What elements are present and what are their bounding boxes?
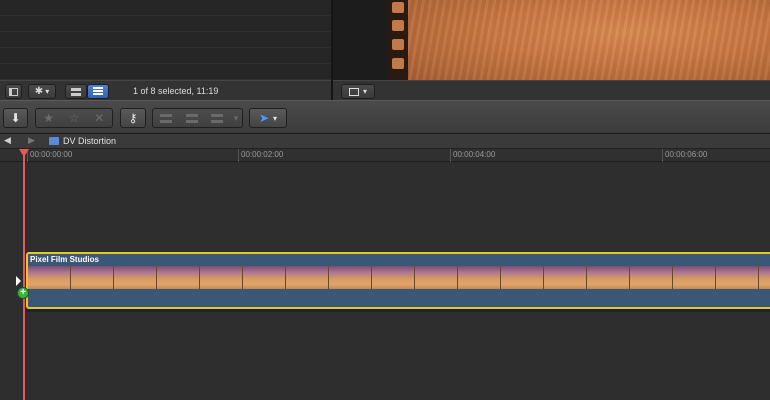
filmstrip-frame [243,266,286,289]
project-icon [49,137,59,145]
reject-icon[interactable]: ✕ [87,111,112,125]
key-icon: ⚷ [128,111,138,125]
list-view-button[interactable] [87,84,109,99]
edit-mode-group: ▾ [152,108,243,128]
list-view-icon [93,87,103,96]
ruler-label: 00:00:02:00 [241,150,284,159]
chevron-down-icon: ▾ [362,87,367,96]
pointer-arrow-icon: ➤ [258,111,270,125]
chevron-down-icon: ▾ [273,113,278,123]
timecode-ruler[interactable]: 00:00:00:00 00:00:02:00 00:00:04:00 00:0… [0,149,770,162]
forward-arrow-icon[interactable]: ▶ [28,135,35,146]
add-badge-icon: + [17,287,29,299]
viewer [333,0,770,80]
connect-clip-icon[interactable] [153,113,179,123]
tool-select-button[interactable]: ➤ ▾ [249,108,287,128]
project-name: DV Distortion [63,136,117,146]
filmstrip-frame [759,266,770,289]
film-sprockets [388,0,408,80]
filmstrip-frame [71,266,114,289]
ruler-tick [238,149,239,162]
transform-menu-button[interactable]: ▾ [341,84,375,99]
download-icon: ⬇ [10,111,21,125]
clip-title: Pixel Film Studios [30,255,99,264]
ruler-label: 00:00:00:00 [30,150,73,159]
chevron-down-icon[interactable]: ▾ [230,113,242,124]
filmstrip-frame [630,266,673,289]
filmstrip-frame [458,266,501,289]
filmstrip-frame [329,266,372,289]
insert-clip-icon[interactable] [179,113,205,123]
filmstrip-frame [372,266,415,289]
playhead[interactable] [23,149,25,400]
filmstrip-frame [415,266,458,289]
mouse-cursor-icon [16,276,21,286]
ruler-tick [662,149,663,162]
browser-list [0,0,331,80]
filmstrip-frame [673,266,716,289]
back-arrow-icon[interactable]: ◀ [4,135,11,146]
filmstrip-view-button[interactable] [65,84,87,99]
ruler-label: 00:00:04:00 [453,150,496,159]
selection-status: 1 of 8 selected, 11:19 [133,86,219,96]
timeline-clip[interactable]: Pixel Film Studios [26,252,770,309]
filmstrip-frame [114,266,157,289]
filmstrip-frame [200,266,243,289]
show-library-button[interactable] [5,84,22,99]
final-cut-window: ✱ ▾ 1 of 8 selected, 11:19 ▾ ⬇ ★ ☆ ✕ ⚷ ▾… [0,0,770,400]
clip-filmstrip [28,266,770,289]
clip-audio-edge [26,309,770,312]
filmstrip-frame [157,266,200,289]
ruler-label: 00:00:06:00 [665,150,708,159]
keyword-editor-button[interactable]: ⚷ [120,108,146,128]
filmstrip-frame [716,266,759,289]
browser-bottom-bar: ✱ ▾ 1 of 8 selected, 11:19 [0,80,331,100]
main-toolbar: ⬇ ★ ☆ ✕ ⚷ ▾ ➤ ▾ [0,100,770,134]
filmstrip-frame [28,266,71,289]
crop-icon [348,87,359,96]
append-clip-icon[interactable] [204,113,230,123]
filmstrip-view-icon [71,87,81,96]
filmstrip-frame [587,266,630,289]
timeline-header: ◀ ▶ DV Distortion [0,134,770,149]
import-button[interactable]: ⬇ [3,108,28,128]
gear-icon: ✱ [34,86,44,97]
action-menu-button[interactable]: ✱ ▾ [28,84,56,99]
ruler-tick [450,149,451,162]
rating-group: ★ ☆ ✕ [35,108,113,128]
filmstrip-frame [501,266,544,289]
viewer-bottom-bar: ▾ [333,80,770,100]
sidebar-icon [9,87,18,96]
filmstrip-frame [286,266,329,289]
chevron-down-icon: ▾ [45,87,50,96]
favorite-star-icon[interactable]: ★ [36,111,61,125]
filmstrip-frame [544,266,587,289]
viewer-image [408,0,770,80]
event-browser [0,0,331,80]
unrate-star-icon[interactable]: ☆ [61,111,86,125]
